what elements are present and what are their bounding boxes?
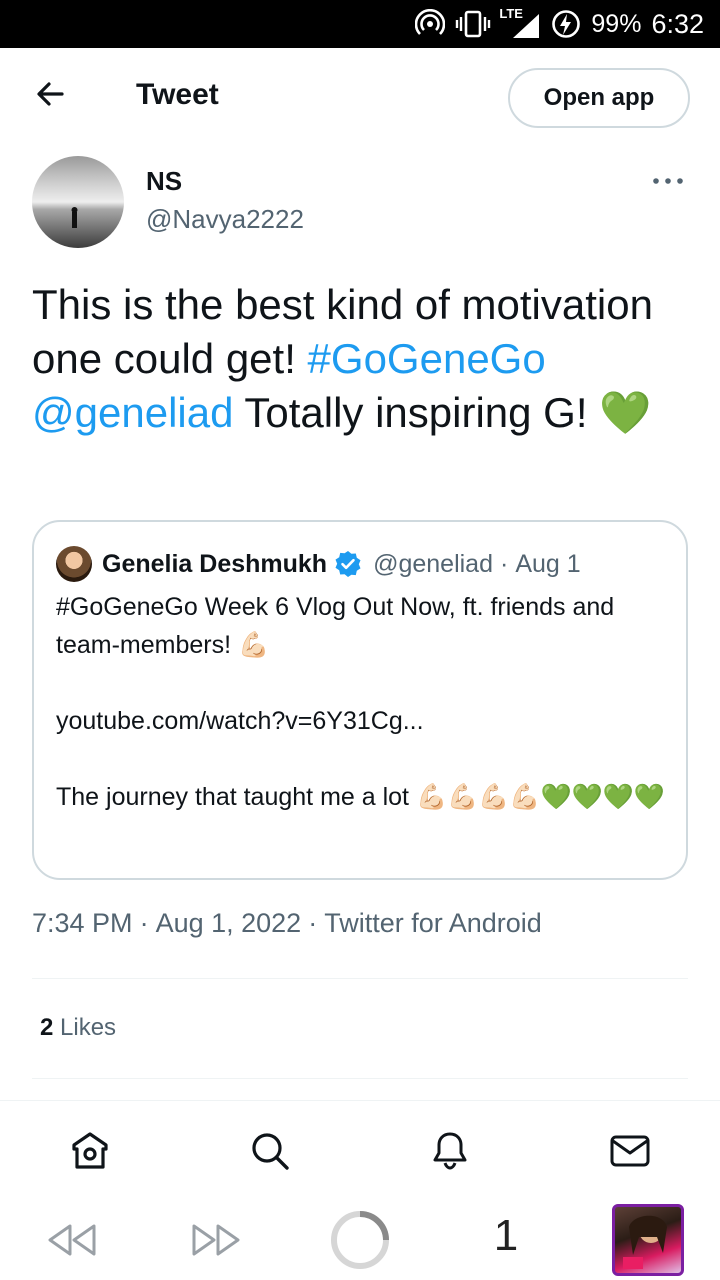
quoted-tweet-text: #GoGeneGo Week 6 Vlog Out Now, ft. frien… — [56, 588, 668, 816]
battery-charging-icon — [551, 9, 581, 39]
open-app-button[interactable]: Open app — [508, 68, 690, 128]
clock: 6:32 — [651, 8, 704, 39]
likes-label: Likes — [60, 1014, 117, 1041]
more-options-button[interactable] — [652, 174, 684, 192]
green-heart-emoji: 💚💚💚💚 — [540, 783, 665, 811]
tab-switcher-button[interactable]: 1 — [486, 1208, 526, 1264]
spinner-icon — [331, 1211, 389, 1269]
bottom-navigation — [0, 1100, 720, 1200]
divider — [32, 1078, 688, 1079]
quoted-tweet-header: Genelia Deshmukh @geneliad · Aug 1 — [56, 546, 581, 582]
signal-icon: LTE — [499, 6, 541, 40]
tweet-author: NS @Navya2222 — [32, 156, 688, 256]
quoted-tweet-link[interactable]: youtube.com/watch?v=6Y31Cg... — [56, 702, 668, 740]
tweet-text: This is the best kind of motivation one … — [32, 278, 692, 440]
quoted-tweet[interactable]: Genelia Deshmukh @geneliad · Aug 1 #GoGe… — [32, 520, 688, 880]
notifications-icon — [433, 1132, 467, 1170]
battery-level: 99% — [591, 9, 642, 38]
quoted-tweet-date: Aug 1 — [515, 549, 581, 578]
vibrate-icon — [455, 9, 491, 39]
tweet-meta: 7:34 PM · Aug 1, 2022 · Twitter for Android — [32, 908, 542, 939]
separator-dot: · — [308, 908, 318, 938]
top-bar: Tweet Open app — [0, 48, 720, 148]
nav-notifications[interactable] — [428, 1129, 472, 1173]
separator-dot: · — [139, 908, 149, 938]
divider — [32, 978, 688, 979]
tab-count: 1 — [493, 1211, 519, 1260]
tweet-source: Twitter for Android — [324, 908, 542, 938]
quoted-text-line: #GoGeneGo Week 6 Vlog Out Now, ft. frien… — [56, 593, 615, 659]
verified-badge-icon — [333, 549, 363, 579]
loading-spinner — [328, 1208, 392, 1272]
tweet-text-part: Totally inspiring G! — [233, 389, 600, 436]
profile-thumbnail[interactable] — [612, 1204, 684, 1276]
status-bar: LTE 99% 6:32 — [0, 0, 720, 48]
back-arrow-icon — [37, 82, 64, 106]
hashtag-link[interactable]: #GoGeneGo — [308, 335, 546, 382]
more-icon — [653, 178, 683, 184]
tweet-time[interactable]: 7:34 PM — [32, 908, 133, 938]
green-heart-emoji: 💚 — [599, 389, 652, 436]
messages-icon — [610, 1135, 650, 1167]
author-avatar[interactable] — [32, 156, 124, 248]
rewind-icon — [48, 1224, 96, 1256]
likes-count[interactable]: 2 Likes — [40, 1014, 116, 1042]
nav-home[interactable] — [68, 1129, 112, 1173]
tweet-date[interactable]: Aug 1, 2022 — [156, 908, 302, 938]
quoted-author-avatar — [56, 546, 92, 582]
browser-forward-button[interactable] — [188, 1220, 244, 1260]
browser-toolbar: 1 — [0, 1200, 720, 1280]
mention-link[interactable]: @geneliad — [32, 389, 233, 436]
home-icon — [72, 1132, 108, 1169]
likes-number: 2 — [40, 1014, 54, 1041]
author-name[interactable]: NS — [146, 166, 182, 197]
separator-dot: · — [500, 549, 509, 578]
flexed-biceps-emoji: 💪🏻 — [237, 631, 270, 659]
search-icon — [252, 1133, 289, 1170]
browser-back-button[interactable] — [44, 1220, 100, 1260]
back-button[interactable] — [32, 76, 72, 116]
quoted-text-line: The journey that taught me a lot — [56, 783, 416, 811]
flexed-biceps-emoji: 💪🏻💪🏻💪🏻💪🏻 — [415, 783, 541, 811]
page-title: Tweet — [136, 78, 219, 111]
fast-forward-icon — [192, 1224, 240, 1256]
nav-search[interactable] — [248, 1129, 292, 1173]
quoted-author-handle: @geneliad — [373, 549, 493, 578]
author-handle[interactable]: @Navya2222 — [146, 204, 304, 235]
hotspot-icon — [415, 9, 446, 39]
quoted-author-name: Genelia Deshmukh — [102, 549, 328, 578]
nav-messages[interactable] — [608, 1129, 652, 1173]
